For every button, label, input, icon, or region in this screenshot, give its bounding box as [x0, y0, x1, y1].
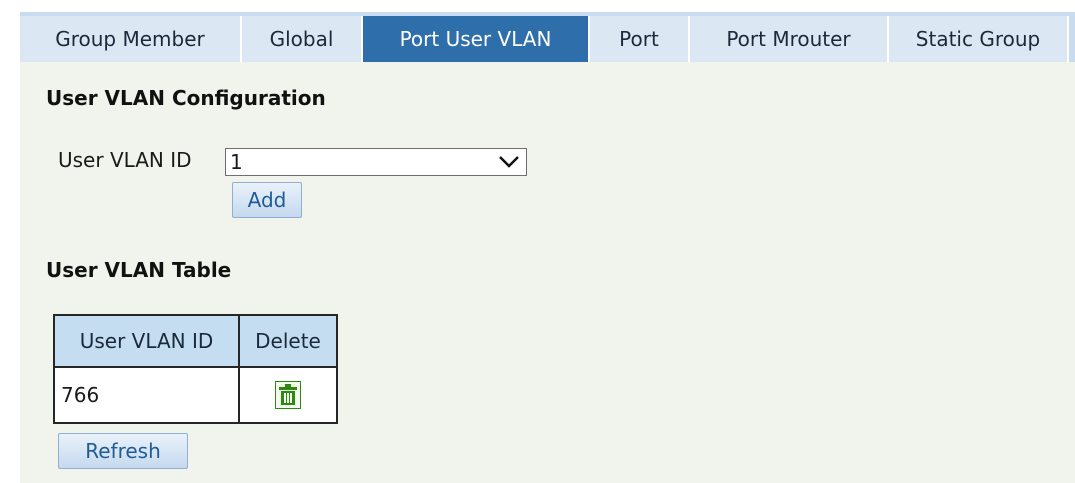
- user-vlan-id-select[interactable]: 1: [225, 148, 527, 176]
- user-vlan-id-label: User VLAN ID: [58, 148, 192, 172]
- trash-icon[interactable]: [275, 381, 301, 409]
- tab-port-mrouter[interactable]: Port Mrouter: [690, 16, 889, 62]
- tab-global[interactable]: Global: [242, 16, 363, 62]
- delete-cell: [238, 366, 338, 424]
- content-panel: User VLAN Configuration User VLAN ID 1 A…: [20, 62, 1075, 483]
- column-header-delete: Delete: [238, 314, 338, 368]
- vlan-id-value: 766: [61, 383, 100, 407]
- column-header-user-vlan-id: User VLAN ID: [53, 314, 240, 368]
- chevron-down-icon: [499, 156, 519, 168]
- table-row: 766: [53, 366, 338, 424]
- tab-port-user-vlan[interactable]: Port User VLAN: [363, 16, 590, 62]
- add-button[interactable]: Add: [232, 182, 302, 218]
- table-section-title: User VLAN Table: [46, 258, 232, 282]
- page: Group Member Global Port User VLAN Port …: [0, 0, 1075, 483]
- tab-bar: Group Member Global Port User VLAN Port …: [20, 12, 1075, 62]
- vlan-id-cell: 766: [53, 366, 240, 424]
- tab-port[interactable]: Port: [590, 16, 690, 62]
- tab-group-member[interactable]: Group Member: [20, 16, 242, 62]
- refresh-button[interactable]: Refresh: [58, 433, 188, 469]
- user-vlan-table: User VLAN ID Delete 766: [53, 314, 338, 424]
- user-vlan-id-value: 1: [230, 150, 243, 174]
- table-header-row: User VLAN ID Delete: [53, 314, 338, 368]
- config-section-title: User VLAN Configuration: [46, 86, 326, 110]
- tab-static-group[interactable]: Static Group: [889, 16, 1069, 62]
